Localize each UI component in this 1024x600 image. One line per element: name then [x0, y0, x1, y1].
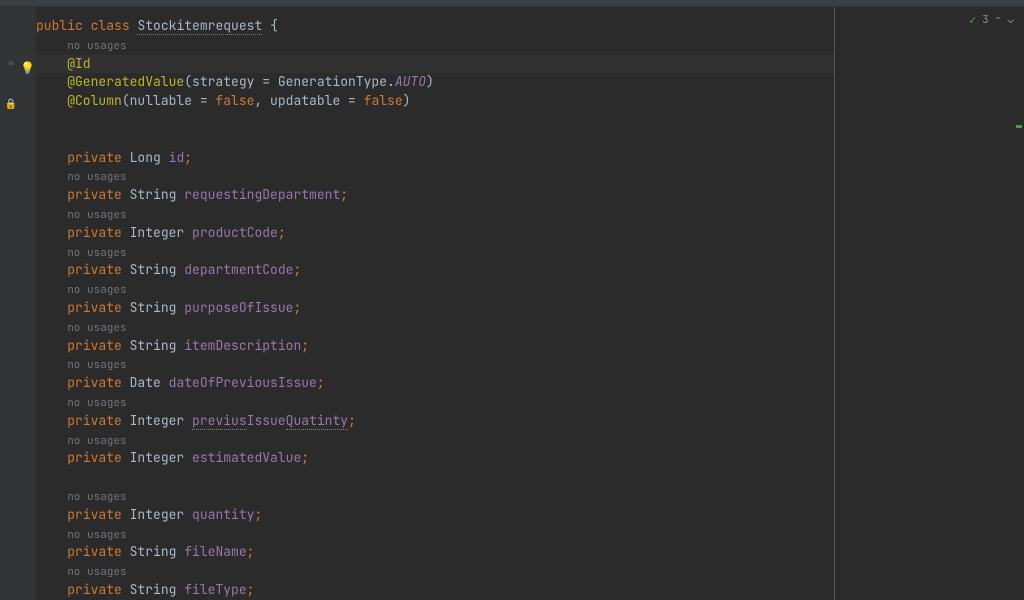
lock-icon: 🔒: [4, 97, 18, 111]
code-line[interactable]: private String fileName;: [36, 543, 834, 562]
code-line[interactable]: no usages: [36, 318, 834, 337]
inspection-status[interactable]: ✓ 3 ⌃ ⌄: [969, 12, 1014, 28]
code-line[interactable]: private Integer quantity;: [36, 506, 834, 525]
code-line[interactable]: private Integer estimatedValue;: [36, 449, 834, 468]
code-line[interactable]: private String fileType;: [36, 581, 834, 600]
scroll-marker[interactable]: [1016, 125, 1022, 128]
code-line[interactable]: [36, 111, 834, 130]
code-line[interactable]: no usages: [36, 355, 834, 374]
code-line[interactable]: private String departmentCode;: [36, 261, 834, 280]
code-line[interactable]: private Integer productCode;: [36, 224, 834, 243]
code-line[interactable]: no usages: [36, 562, 834, 581]
code-line[interactable]: @Column(nullable = false, updatable = fa…: [36, 92, 834, 111]
code-line[interactable]: no usages: [36, 36, 834, 55]
code-line[interactable]: no usages: [36, 393, 834, 412]
code-line[interactable]: no usages: [36, 205, 834, 224]
code-line[interactable]: private Integer previusIssueQuatinty;: [36, 412, 834, 431]
code-line[interactable]: no usages: [36, 167, 834, 186]
chevron-up-icon[interactable]: ⌃: [995, 13, 1002, 27]
code-line[interactable]: private String requestingDepartment;: [36, 186, 834, 205]
code-line[interactable]: no usages: [36, 243, 834, 262]
inspection-count: 3: [982, 13, 989, 27]
code-line[interactable]: @Id: [36, 55, 834, 74]
code-line[interactable]: no usages: [36, 525, 834, 544]
code-line[interactable]: private Long id;: [36, 149, 834, 168]
code-line[interactable]: no usages: [36, 280, 834, 299]
code-line[interactable]: [36, 468, 834, 487]
code-line[interactable]: no usages: [36, 431, 834, 450]
fold-icon[interactable]: ⊖: [4, 57, 18, 71]
editor-tab-bar: [0, 0, 1024, 7]
code-line[interactable]: [36, 130, 834, 149]
right-split-panel: [834, 7, 1024, 600]
code-line[interactable]: no usages: [36, 487, 834, 506]
code-line[interactable]: public class Stockitemrequest {: [36, 17, 834, 36]
code-line[interactable]: @GeneratedValue(strategy = GenerationTyp…: [36, 73, 834, 92]
code-editor[interactable]: public class Stockitemrequest { no usage…: [36, 7, 834, 600]
chevron-down-icon[interactable]: ⌄: [1007, 13, 1014, 27]
code-line[interactable]: private Date dateOfPreviousIssue;: [36, 374, 834, 393]
gutter[interactable]: ⊖ 💡 🔒: [0, 7, 36, 600]
check-icon: ✓: [969, 12, 976, 28]
bulb-icon[interactable]: 💡: [20, 60, 34, 74]
code-line[interactable]: private String itemDescription;: [36, 337, 834, 356]
code-line[interactable]: private String purposeOfIssue;: [36, 299, 834, 318]
editor-container: ⊖ 💡 🔒 public class Stockitemrequest { no…: [0, 7, 1024, 600]
